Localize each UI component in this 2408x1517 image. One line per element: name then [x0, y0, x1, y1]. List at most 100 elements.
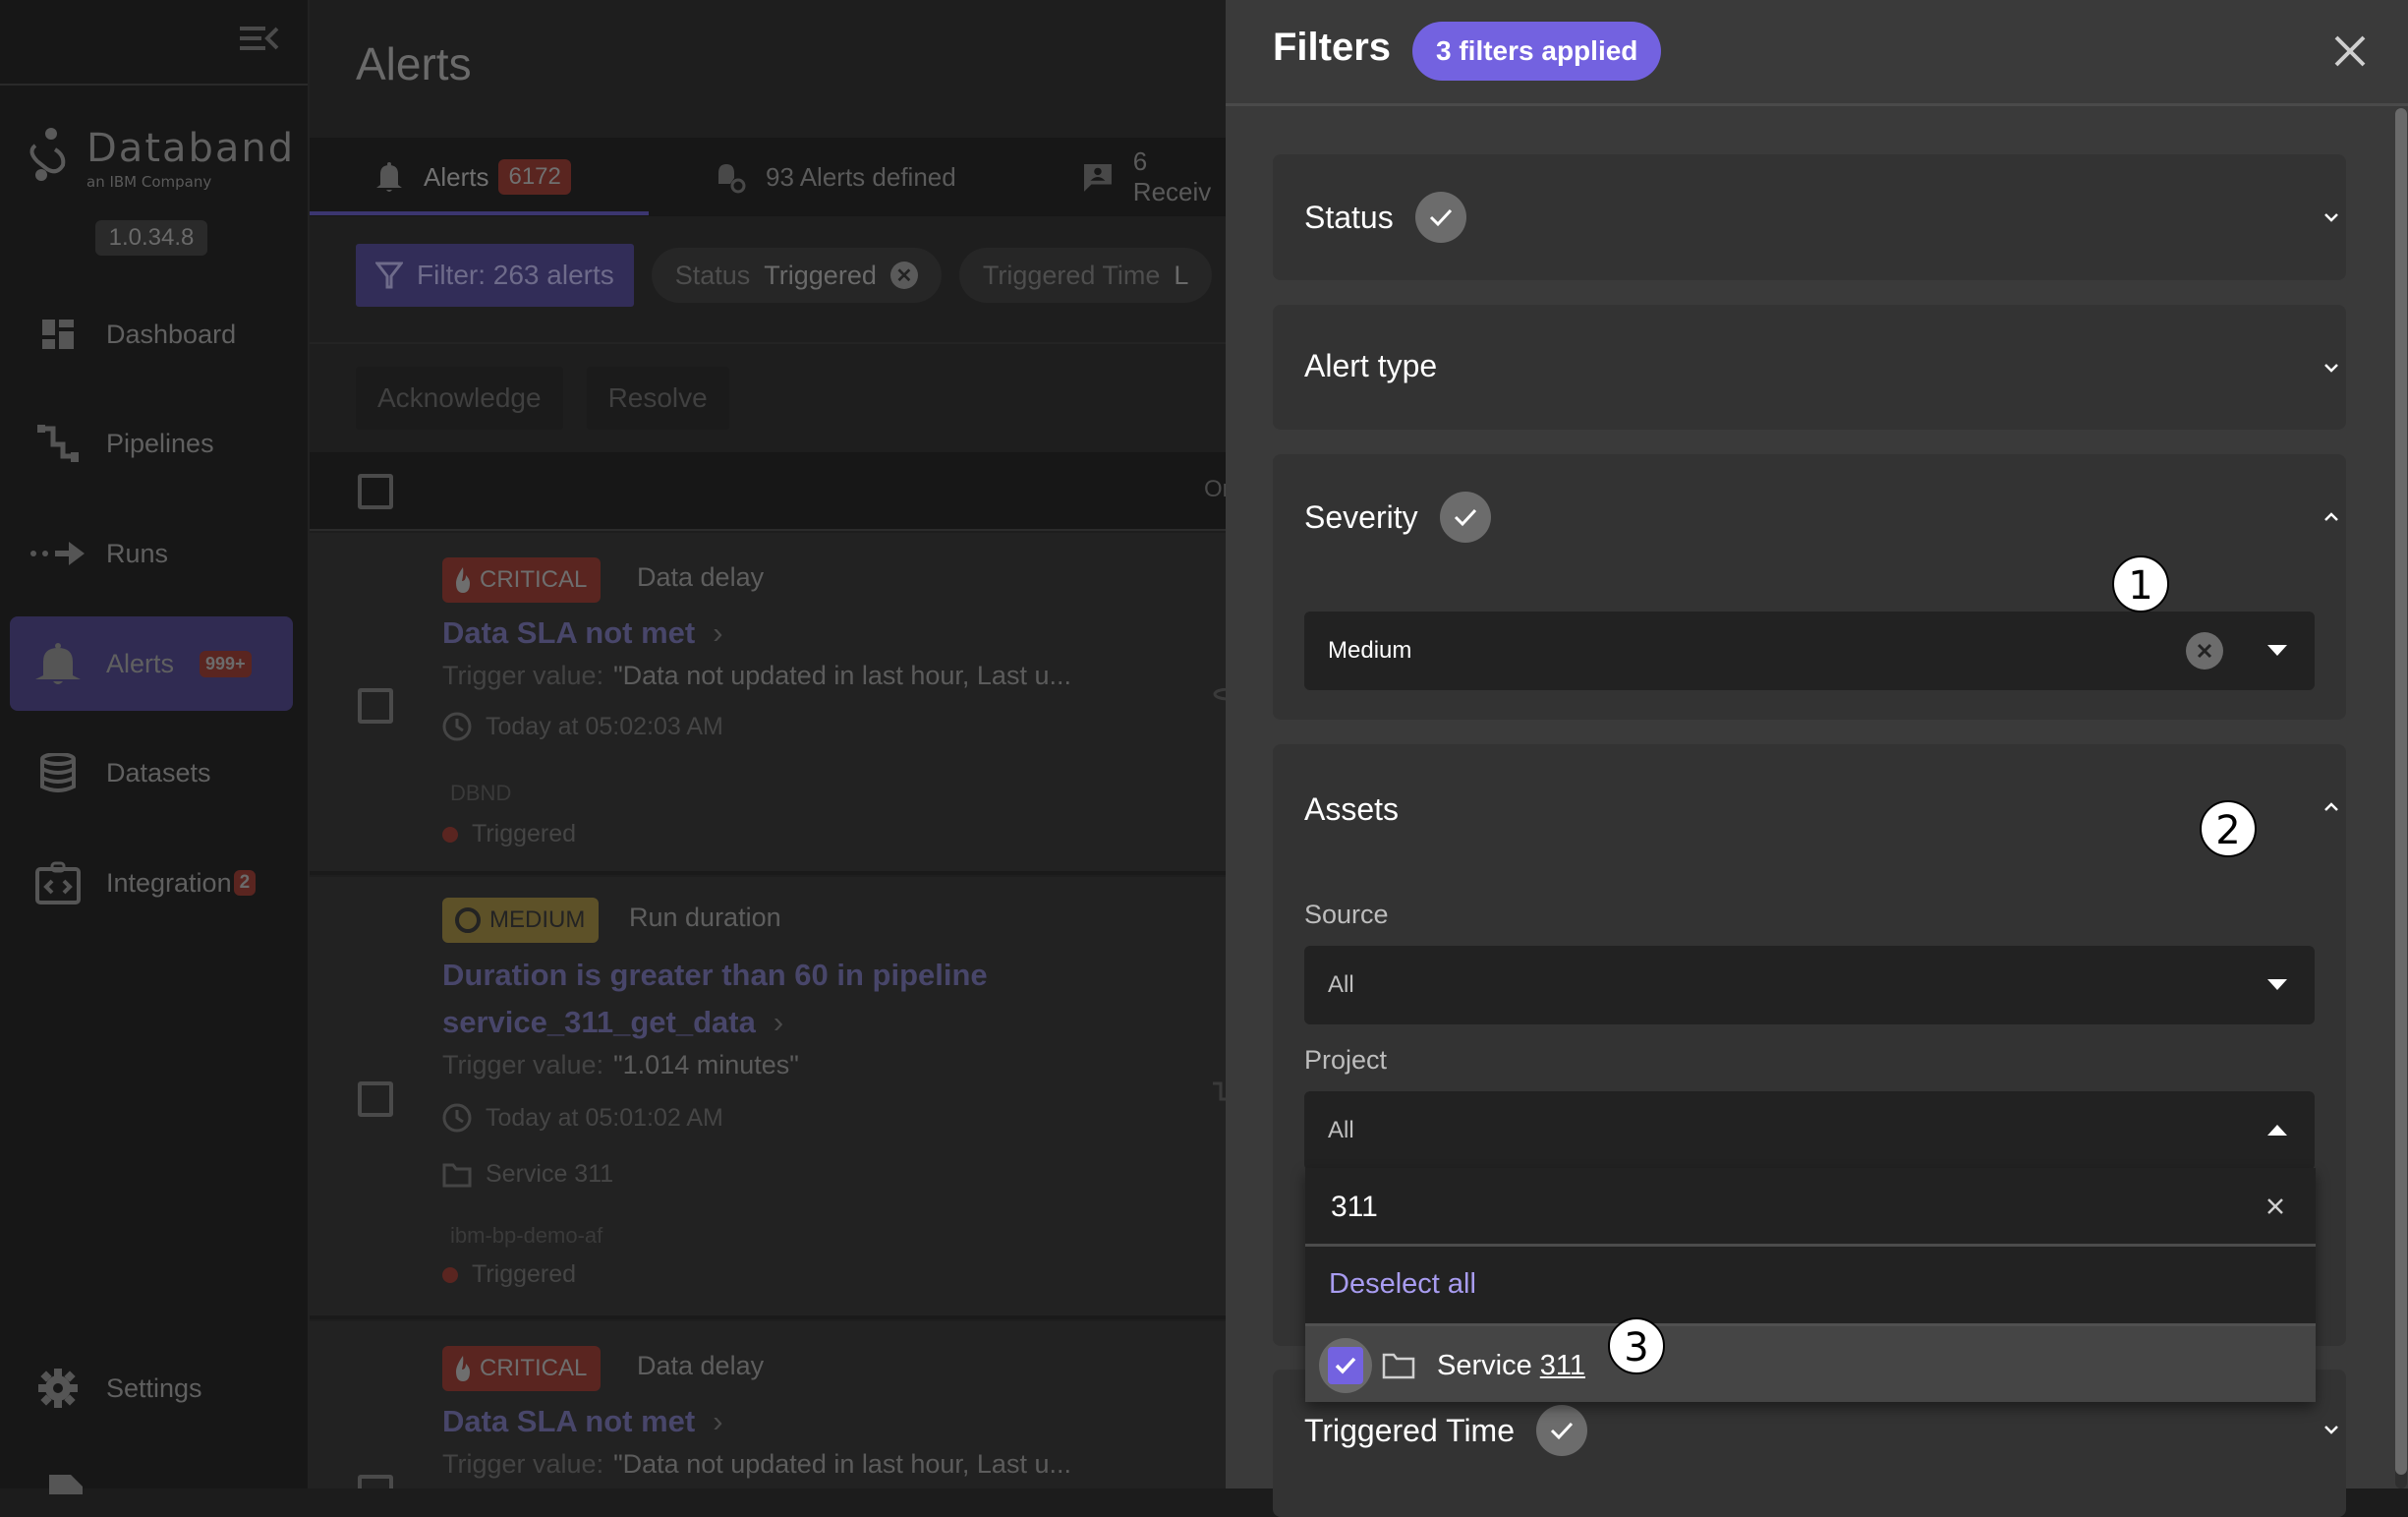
filter-button[interactable]: Filter: 263 alerts	[356, 244, 634, 307]
applied-check-icon	[1439, 492, 1491, 543]
bell-gear-icon	[715, 164, 746, 194]
active-tab-indicator	[310, 211, 649, 215]
alert-row[interactable]: MEDIUM Run duration Duration is greater …	[310, 877, 1226, 1319]
pipelines-icon	[1213, 1081, 1226, 1101]
alert-row[interactable]: CRITICAL Data delay Data SLA not met › Tr…	[310, 1321, 1226, 1488]
chevron-down-icon[interactable]	[2321, 362, 2342, 376]
runs-icon	[30, 542, 85, 565]
collapse-sidebar-icon[interactable]	[240, 24, 279, 53]
alert-row[interactable]: CRITICAL Data delay Data SLA not met › Tr…	[310, 533, 1226, 875]
alert-title-link[interactable]: Data SLA not met ›	[442, 1398, 723, 1445]
tab-receivers[interactable]: 6 Receiv	[1084, 138, 1226, 216]
section-header[interactable]: Severity	[1304, 492, 1491, 543]
section-title: Assets	[1304, 791, 1400, 827]
alert-status: Triggered	[442, 1260, 576, 1289]
severity-label: CRITICAL	[480, 1355, 588, 1381]
option-label-match: 311	[1539, 1350, 1585, 1381]
annotation-marker-2: 2	[2200, 800, 2257, 857]
alert-checkbox[interactable]	[358, 1475, 393, 1488]
scrollbar-thumb[interactable]	[2395, 108, 2407, 1475]
caret-up-icon[interactable]	[2267, 1125, 2287, 1136]
alert-source: DBND	[450, 781, 512, 805]
source-select[interactable]: All	[1304, 946, 2315, 1024]
chip-key: Status	[674, 260, 751, 290]
sidebar: Databand an IBM Company 1.0.34.8 Dashboa…	[0, 0, 310, 1494]
filter-button-label: Filter: 263 alerts	[417, 260, 614, 290]
sidebar-item-dashboard[interactable]: Dashboard	[10, 287, 293, 381]
chip-key: Triggered Time	[982, 260, 1161, 290]
status-text: Triggered	[472, 820, 577, 847]
project-option[interactable]: Service 311	[1305, 1323, 2316, 1402]
acknowledge-button[interactable]: Acknowledge	[356, 367, 563, 430]
caret-down-icon[interactable]	[2267, 645, 2287, 656]
deselect-all-label: Deselect all	[1329, 1268, 1476, 1300]
chevron-up-icon[interactable]	[2321, 799, 2342, 813]
sidebar-item-integration[interactable]: Integration 2	[10, 836, 293, 930]
severity-label: CRITICAL	[480, 566, 588, 593]
docs-icon[interactable]	[49, 1475, 83, 1494]
project-dropdown: Deselect all Service 311	[1305, 1168, 2316, 1402]
section-title: Triggered Time	[1304, 1412, 1515, 1448]
alert-status: Triggered	[442, 820, 576, 848]
alert-title-link[interactable]: Duration is greater than 60 in pipeline …	[442, 952, 988, 1046]
clear-selection-icon[interactable]	[2186, 632, 2223, 670]
close-icon[interactable]	[2330, 31, 2370, 71]
alert-title-link[interactable]: Data SLA not met ›	[442, 610, 723, 657]
option-checkbox[interactable]	[1319, 1338, 1372, 1393]
database-icon	[1213, 688, 1226, 701]
trigger-label: Trigger value:	[442, 1050, 604, 1079]
sidebar-item-label: Runs	[106, 538, 169, 568]
resolve-button[interactable]: Resolve	[586, 367, 729, 430]
sidebar-item-pipelines[interactable]: Pipelines	[10, 396, 293, 491]
status-filter-chip[interactable]: Status Triggered ✕	[651, 248, 942, 303]
sidebar-item-datasets[interactable]: Datasets	[10, 726, 293, 820]
alert-type: Data delay	[637, 562, 765, 592]
alert-checkbox[interactable]	[358, 1081, 393, 1117]
clock-icon	[442, 1103, 472, 1133]
severity-selected-value: Medium	[1328, 637, 1412, 664]
status-text: Triggered	[472, 1260, 577, 1288]
alert-title-line: service_311_get_data	[442, 1005, 756, 1039]
alerts-tabs: Alerts 6172 93 Alerts defined 6 Receiv	[310, 138, 1226, 216]
annotation-marker-3: 3	[1608, 1317, 1665, 1374]
section-title: Alert type	[1304, 348, 1438, 383]
alert-title: Data SLA not met	[442, 1404, 696, 1438]
alert-time: Today at 05:01:02 AM	[442, 1103, 723, 1133]
section-header[interactable]: Assets	[1304, 791, 1399, 828]
filter-section-alert-type[interactable]: Alert type	[1273, 305, 2346, 430]
tab-alerts[interactable]: Alerts 6172	[374, 138, 571, 216]
project-select[interactable]: All	[1304, 1091, 2315, 1170]
sidebar-item-runs[interactable]: Runs	[10, 506, 293, 601]
databand-logo-icon	[29, 128, 66, 181]
remove-chip-icon[interactable]: ✕	[889, 262, 918, 289]
project-search-input[interactable]	[1329, 1190, 2213, 1225]
clear-search-icon[interactable]	[2265, 1196, 2286, 1217]
project-search	[1305, 1168, 2316, 1247]
section-header: Alert type	[1304, 348, 1437, 384]
integration-icon	[35, 861, 81, 904]
chevron-up-icon[interactable]	[2321, 509, 2342, 523]
caret-down-icon[interactable]	[2267, 979, 2287, 990]
sidebar-item-settings[interactable]: Settings	[10, 1341, 293, 1435]
source-value: All	[1328, 971, 1354, 998]
chevron-down-icon[interactable]	[2321, 211, 2342, 225]
filters-title: Filters	[1273, 26, 1392, 69]
checkbox-checked-icon	[1328, 1347, 1363, 1384]
select-all-checkbox[interactable]	[358, 474, 393, 509]
chevron-down-icon[interactable]	[2321, 1424, 2342, 1437]
clock-icon	[442, 712, 472, 741]
divider	[310, 342, 1226, 344]
filter-section-status[interactable]: Status	[1273, 154, 2346, 280]
tab-alerts-defined[interactable]: 93 Alerts defined	[715, 138, 956, 216]
triggered-time-filter-chip[interactable]: Triggered Time L	[958, 248, 1213, 303]
deselect-all-link[interactable]: Deselect all	[1305, 1247, 2316, 1323]
folder-icon	[1382, 1353, 1415, 1379]
panel-scrollbar[interactable]	[2395, 108, 2407, 1488]
severity-select[interactable]: Medium	[1304, 612, 2315, 690]
tab-label: 6 Receiv	[1132, 146, 1212, 206]
project-value: All	[1328, 1117, 1354, 1143]
bell-icon	[35, 643, 81, 684]
sidebar-item-alerts[interactable]: Alerts 999+	[10, 616, 293, 711]
alert-checkbox[interactable]	[358, 688, 393, 724]
alert-time: Today at 05:02:03 AM	[442, 712, 723, 741]
